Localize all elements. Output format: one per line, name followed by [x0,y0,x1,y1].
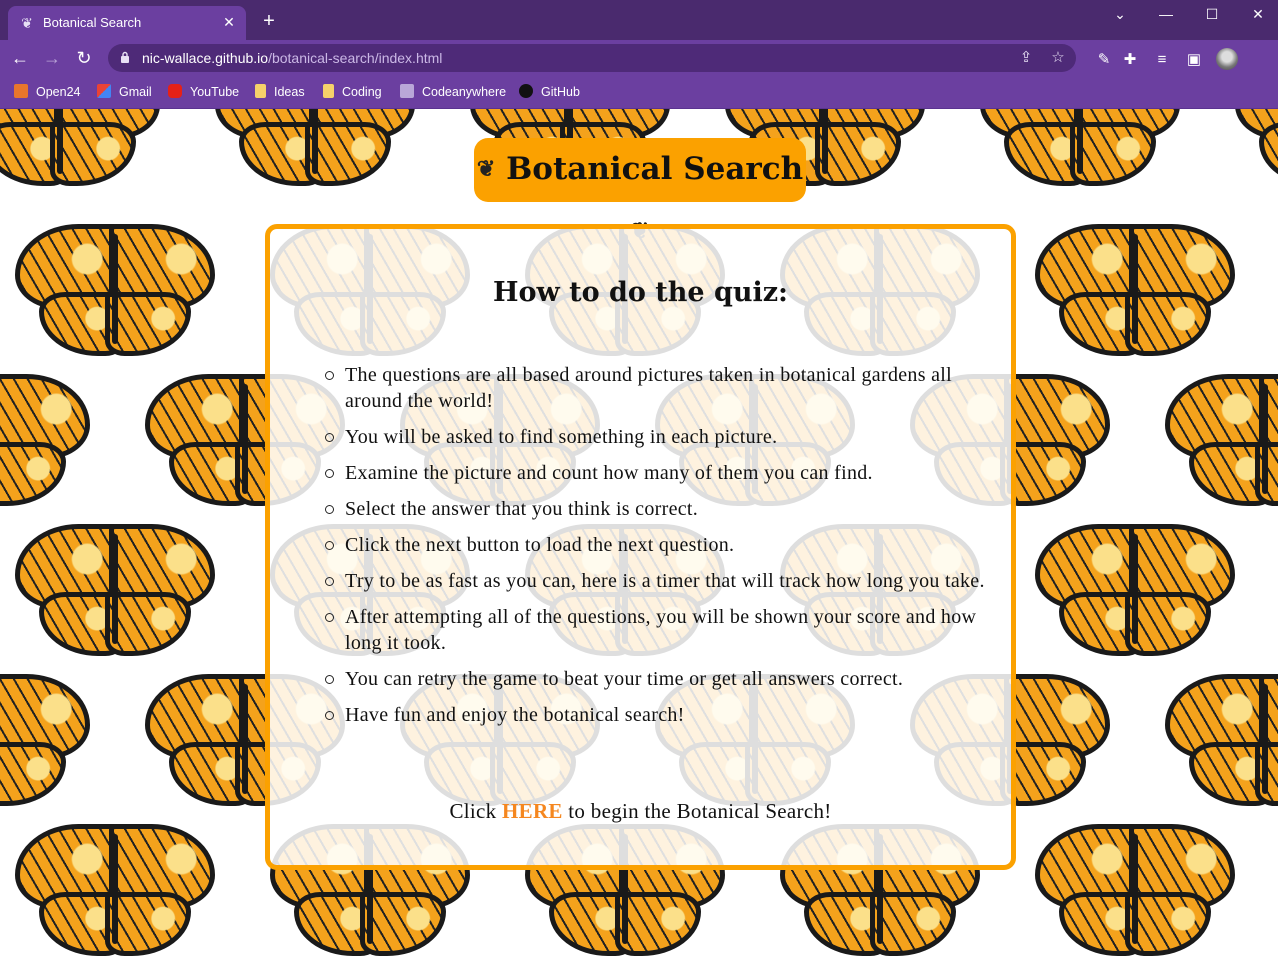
tab-title: Botanical Search [43,15,142,30]
site-title: Botanical Search [506,151,804,187]
instructions-card: How to do the quiz: The questions are al… [265,224,1016,870]
bookmark-label: Codeanywhere [422,85,507,99]
rules-list: The questions are all based around pictu… [325,362,985,738]
butterfly-image [980,109,1180,187]
butterfly-image [15,824,215,957]
butterfly-image [1165,674,1278,807]
bookmark-gmail[interactable]: Gmail [97,82,152,102]
leaf-favicon-icon: ❦ [21,15,33,31]
folder-icon [255,84,266,98]
bookmark-star-icon[interactable]: ☆ [1048,48,1068,68]
codeanywhere-icon [400,84,414,98]
browser-toolbar: ← → ↻ nic-wallace.github.io/botanical-se… [0,40,1278,76]
butterfly-image [0,374,90,507]
leaf-icon: ❦ [476,156,496,182]
bookmark-coding[interactable]: Coding [323,82,382,102]
reload-icon[interactable]: ↻ [72,46,96,70]
tab-strip: ❦ Botanical Search ✕ + ⌄ — ☐ ✕ [0,0,1278,40]
rule-item: Click the next button to load the next q… [325,532,985,558]
rule-item: Try to be as fast as you can, here is a … [325,570,985,592]
url-text: nic-wallace.github.io/botanical-search/i… [142,50,442,66]
profile-avatar[interactable] [1216,48,1238,70]
rule-item: The questions are all based around pictu… [325,362,985,414]
bookmark-ideas[interactable]: Ideas [255,82,305,102]
eyedropper-extension-icon[interactable]: ✎ [1094,50,1114,70]
tab-close-icon[interactable]: ✕ [220,13,238,31]
side-panel-icon[interactable]: ▣ [1184,50,1204,70]
github-icon [519,84,533,98]
rule-item: Have fun and enjoy the botanical search! [325,702,985,728]
bookmark-label: GitHub [541,85,580,99]
youtube-icon [168,84,182,98]
bookmark-label: Coding [342,85,382,99]
close-window-button[interactable]: ✕ [1238,4,1278,24]
rule-item: You will be asked to find something in e… [325,424,985,450]
bookmark-github[interactable]: GitHub [519,82,580,102]
start-quiz-link[interactable]: HERE [502,799,563,823]
url-path: /botanical-search/index.html [268,50,443,66]
rule-item: Select the answer that you think is corr… [325,496,985,522]
start-prompt: Click HERE to begin the Botanical Search… [270,799,1011,824]
butterfly-image [15,524,215,657]
butterfly-image [1035,824,1235,957]
butterfly-image [1035,224,1235,357]
butterfly-image [1235,109,1278,187]
media-queue-icon[interactable]: ≡ [1152,50,1172,70]
page-content: ❦ Botanical Search ❦ How to do the quiz:… [0,109,1278,978]
butterfly-image [215,109,415,187]
browser-tab[interactable]: ❦ Botanical Search ✕ [8,6,246,40]
bookmark-codeanywhere[interactable]: Codeanywhere [400,82,506,102]
bookmark-label: YouTube [190,85,240,99]
butterfly-image [1035,524,1235,657]
lock-icon [121,51,129,63]
bookmark-label: Open24 [36,85,81,99]
bookmark-label: Ideas [274,85,305,99]
new-tab-button[interactable]: + [258,10,280,32]
bookmark-youtube[interactable]: YouTube [168,82,239,102]
extensions-puzzle-icon[interactable]: ✚ [1120,50,1140,70]
butterfly-image [15,224,215,357]
back-arrow-icon[interactable]: ← [8,46,32,70]
url-host: nic-wallace.github.io [142,50,269,66]
minimize-button[interactable]: — [1146,4,1186,24]
tab-search-chevron-icon[interactable]: ⌄ [1100,4,1140,24]
butterfly-image [1165,374,1278,507]
cta-suffix: to begin the Botanical Search! [568,799,832,823]
rule-item: After attempting all of the questions, y… [325,604,985,656]
rule-item: You can retry the game to beat your time… [325,666,985,692]
address-bar[interactable]: nic-wallace.github.io/botanical-search/i… [108,44,1076,72]
butterfly-image [0,109,160,187]
card-heading: How to do the quiz: [492,277,789,308]
bookmark-open24[interactable]: Open24 [14,82,80,102]
maximize-button[interactable]: ☐ [1192,4,1232,24]
folder-icon [323,84,334,98]
bookmark-label: Gmail [119,85,152,99]
bookmarks-bar: Open24 Gmail YouTube Ideas Coding Codean… [0,76,1278,109]
site-title-banner: ❦ Botanical Search ❦ [474,138,806,244]
rule-item: Examine the picture and count how many o… [325,460,985,486]
gmail-icon [97,84,111,98]
butterfly-image [0,674,90,807]
share-icon[interactable]: ⇪ [1016,48,1036,68]
cta-prefix: Click [449,799,497,823]
forward-arrow-icon[interactable]: → [40,46,64,70]
open24-icon [14,84,28,98]
